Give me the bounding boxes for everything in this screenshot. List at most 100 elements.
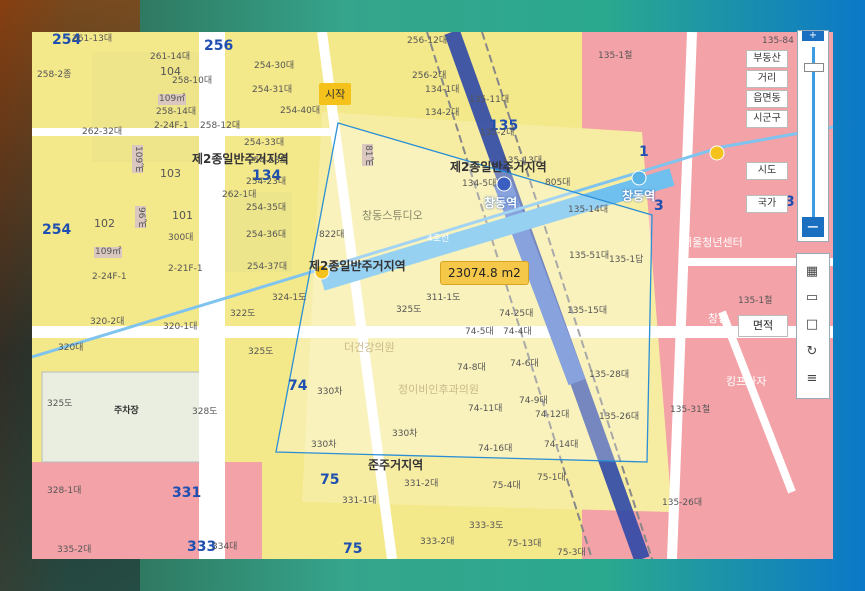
parcel-label: 75-13대 — [507, 539, 542, 549]
block-number: 101 — [172, 209, 193, 222]
parcel-label: 322도 — [230, 309, 256, 319]
zoom-slider-track[interactable] — [812, 47, 815, 217]
parcel-label: 311-1도 — [426, 293, 461, 303]
parcel-label: 135-1철 — [738, 296, 773, 306]
parcel-label: 258-10대 — [172, 76, 213, 86]
rotate-icon[interactable]: ↻ — [804, 344, 820, 360]
parking-lot-block — [41, 371, 203, 463]
road-number: 75 — [343, 541, 363, 557]
parcel-label: 135-14대 — [568, 205, 609, 215]
layer-button-realestate[interactable]: 부동산 — [746, 50, 788, 68]
parcel-label: 135-51대 — [569, 251, 610, 261]
parcel-label: 822대 — [319, 230, 345, 240]
zoom-control: + − — [797, 30, 829, 242]
parcel-label: 330차 — [311, 440, 337, 450]
parcel-label: 2-24F-1 — [154, 121, 189, 131]
station-marker-4 — [631, 170, 647, 186]
parcel-label: 74-6대 — [510, 359, 539, 369]
zoom-in-button[interactable]: + — [802, 31, 824, 41]
zoom-slider-handle[interactable] — [804, 63, 824, 72]
parcel-label: 74-11대 — [468, 404, 503, 414]
parcel-label: 254-33대 — [244, 138, 285, 148]
poi-label: 정이비인후과의원 — [398, 383, 479, 396]
parcel-label: 325도 — [47, 399, 73, 409]
parcel-label: 135-31철 — [670, 405, 711, 415]
parcel-label: 258-12대 — [200, 121, 241, 131]
parcel-label: 135-26대 — [662, 498, 703, 508]
parcel-label: 334대 — [212, 542, 238, 552]
parcel-label: 254-23대 — [246, 177, 287, 187]
parcel-label: 262-32대 — [82, 127, 123, 137]
vertex-marker-1[interactable] — [709, 145, 725, 161]
parcel-label: 254-37대 — [247, 262, 288, 272]
parcel-label: 333-2대 — [420, 537, 455, 547]
road-number: 254 — [42, 222, 72, 238]
parcel-label: 256-2대 — [412, 71, 447, 81]
road-number: 75 — [320, 472, 340, 488]
building-area-label: 96㎡ — [135, 206, 146, 229]
layer-button-town[interactable]: 읍면동 — [746, 90, 788, 108]
building-icon[interactable]: ▦ — [804, 264, 820, 280]
parcel-label: 75-1대 — [537, 473, 566, 483]
list-icon[interactable]: ≡ — [804, 371, 820, 387]
parcel-label: 2-24F-1 — [92, 272, 127, 282]
layer-button-city[interactable]: 시군구 — [746, 110, 788, 128]
parcel-label: 254-35대 — [246, 203, 287, 213]
road-number: 331 — [172, 485, 202, 501]
parcel-label: 254-36대 — [246, 230, 287, 240]
poi-label: 킹프라자 — [726, 375, 767, 388]
parcel-label: 135-13대 — [502, 156, 543, 166]
parcel-label: 135-84 — [762, 36, 794, 46]
parcel-label: 320-1대 — [163, 322, 198, 332]
area-measure-tool-label[interactable]: 면적 — [738, 315, 788, 337]
square-icon[interactable]: □ — [804, 317, 820, 333]
layer-button-distance[interactable]: 거리 — [746, 70, 788, 88]
parcel-label: 74-8대 — [457, 363, 486, 373]
parcel-label: 134-1대 — [425, 85, 460, 95]
zoom-out-button[interactable]: − — [802, 217, 824, 237]
parcel-label: 325도 — [396, 305, 422, 315]
parcel-label: 134-5대 — [462, 179, 497, 189]
parcel-label: 74-12대 — [535, 410, 570, 420]
poi-label: 주차장 — [114, 406, 139, 416]
line-label: 4호선 — [427, 234, 450, 244]
layer-button-nation[interactable]: 국가 — [746, 195, 788, 213]
parcel-label: 261-13대 — [72, 34, 113, 44]
parcel-label: 325도 — [248, 347, 274, 357]
layer-button-province[interactable]: 시도 — [746, 162, 788, 180]
road-number: 3 — [654, 198, 664, 214]
parcel-label: 74-16대 — [478, 444, 513, 454]
road-number: 256 — [204, 38, 234, 54]
road-number: 1 — [639, 144, 649, 160]
parcel-label: 74-9대 — [519, 396, 548, 406]
block-number: 102 — [94, 217, 115, 230]
ruler-icon[interactable]: ▭ — [804, 290, 820, 306]
parcel-label: 258-14대 — [156, 107, 197, 117]
road-number: 74 — [288, 378, 308, 394]
parcel-label: 135-26대 — [599, 412, 640, 422]
parcel-label: 74-4대 — [503, 327, 532, 337]
parcel-label: 320-2대 — [90, 317, 125, 327]
parcel-label: 254-31대 — [252, 85, 293, 95]
parcel-label: 324-1도 — [272, 293, 307, 303]
parcel-label: 74-14대 — [544, 440, 579, 450]
parcel-label: 258-2종 — [37, 70, 72, 80]
poi-label: 창동 — [708, 312, 729, 325]
poi-label: 더건강의원 — [344, 341, 395, 354]
map-canvas[interactable]: 시작 23074.8 m2 제2종일반주거지역 제2종일반주거지역 제2종일반주… — [32, 32, 833, 559]
parcel-label: 330차 — [317, 387, 343, 397]
block-number: 103 — [160, 167, 181, 180]
station-label: 창동역 — [484, 196, 518, 210]
building-area-label: 109㎡ — [132, 145, 143, 174]
parcel-label: 74-25대 — [499, 309, 534, 319]
parcel-label: 328-1대 — [47, 486, 82, 496]
parcel-label: 135-15대 — [567, 306, 608, 316]
parcel-label: 805대 — [545, 178, 571, 188]
parcel-label: 256-12대 — [407, 36, 448, 46]
parcel-label: 300대 — [168, 233, 194, 243]
poi-label: 서울청년센터 — [682, 236, 743, 249]
parcel-label: 331-1대 — [342, 496, 377, 506]
parcel-label: 135-1철 — [598, 51, 633, 61]
parcel-label: 135-2대 — [480, 128, 515, 138]
start-label: 시작 — [319, 83, 352, 105]
